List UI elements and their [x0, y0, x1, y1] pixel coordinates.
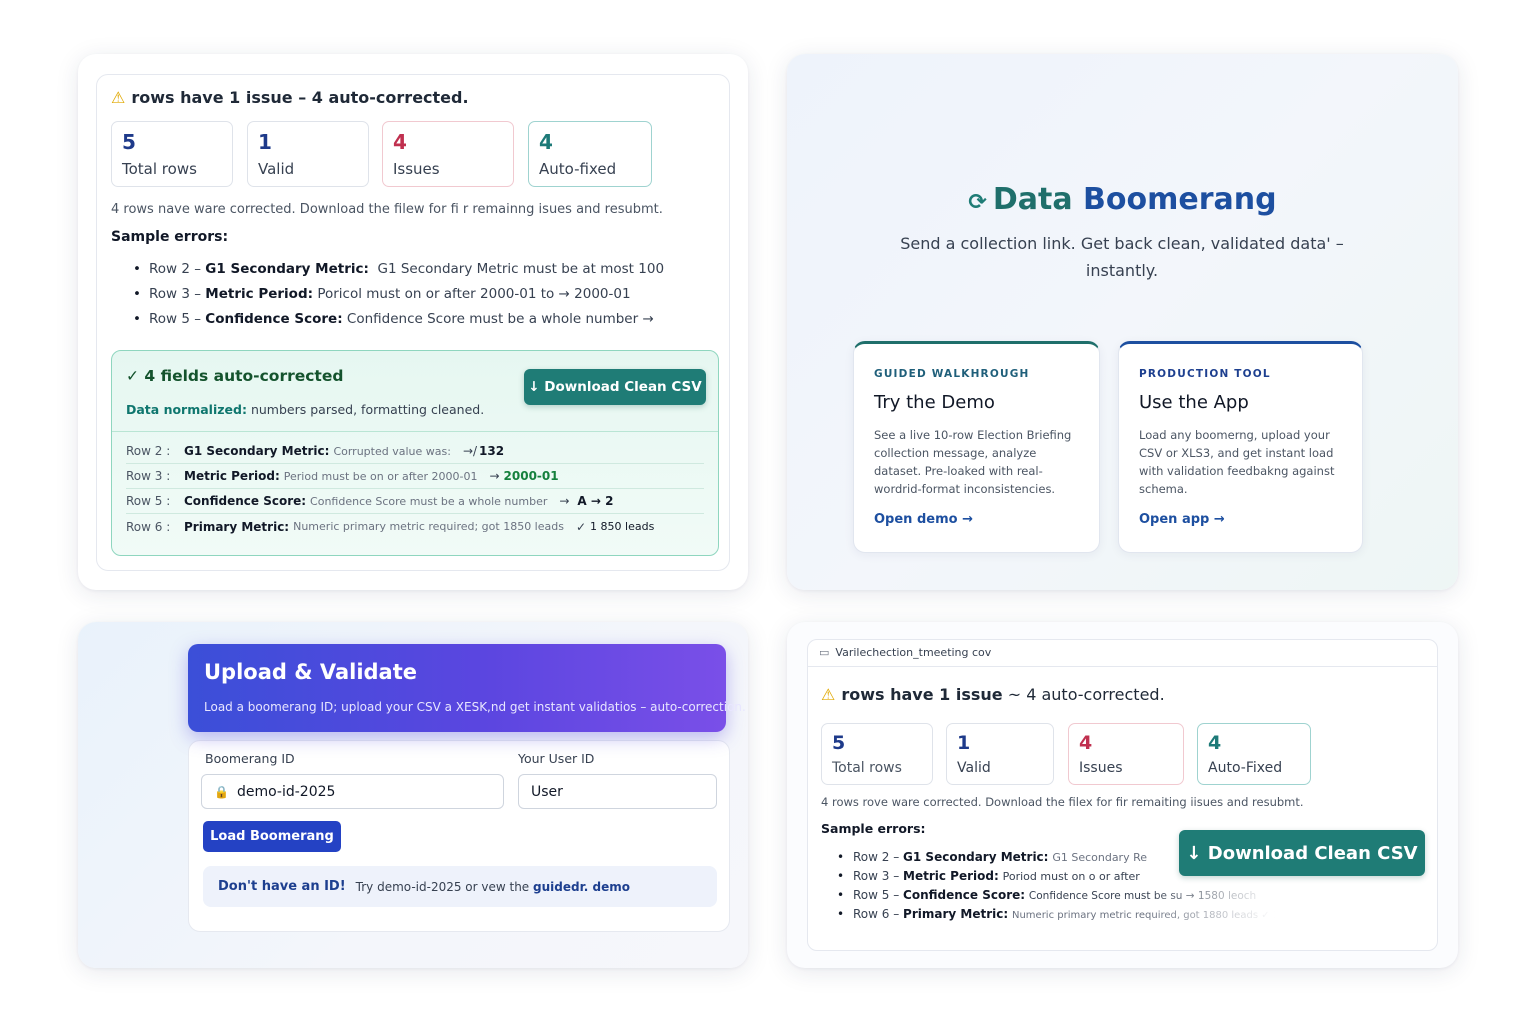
upload-form: Boomerang ID 🔒 Your User ID Load Boomera… [188, 740, 730, 932]
demo-hint: Don't have an ID! Try demo-id-2025 or ve… [203, 866, 717, 907]
sample-errors-label: Sample errors: [111, 229, 229, 245]
upload-title: Upload & Validate [204, 660, 418, 684]
boomerang-id-input[interactable] [236, 783, 503, 800]
try-demo-card[interactable]: GUIDED WALKHROUGH Try the Demo See a liv… [853, 341, 1100, 553]
autocorrect-subtitle: Data normalized: numbers parsed, formatt… [126, 402, 485, 417]
file-bar: ▭ Varilechection_tmeeting cov [807, 639, 1438, 667]
landing-panel: ⟳ Data Boomerang Send a collection link. … [787, 54, 1458, 590]
use-app-card[interactable]: PRODUCTION TOOL Use the App Load any boo… [1118, 341, 1363, 553]
warning-icon: ⚠ [821, 685, 836, 704]
open-app-link[interactable]: Open app → [1139, 512, 1225, 527]
tagline: Send a collection link. Get back clean, … [900, 234, 1344, 280]
file-name: Varilechection_tmeeting cov [835, 646, 992, 659]
user-id-field[interactable] [518, 774, 717, 809]
card-title: Use the App [1139, 392, 1249, 413]
stat-valid: 1 Valid [946, 723, 1054, 785]
boomerang-id-field[interactable]: 🔒 [201, 774, 504, 809]
sample-error-item: Row 2 – G1 Secondary Metric: G1 Secondar… [133, 261, 664, 277]
boomerang-id-label: Boomerang ID [205, 751, 295, 766]
open-demo-link[interactable]: Open demo → [874, 512, 973, 527]
table-row: Row 3 : Metric Period: Period must be on… [126, 464, 704, 489]
upload-header: Upload & Validate Load a boomerang ID; u… [188, 644, 746, 732]
summary-title: ⚠ rows have 1 issue – 4 auto-corrected. [111, 88, 469, 107]
load-boomerang-button[interactable]: Load Boomerang [203, 821, 341, 852]
card-description: Load any boomerng, upload your CSV or XL… [1139, 428, 1335, 496]
autocorrect-box: ✓ 4 fields auto-corrected ↓ Download Cle… [111, 350, 719, 556]
stat-total-rows: 5 Total rows [821, 723, 933, 785]
results-title: ⚠ rows have 1 issue ~ 4 auto-corrected. [821, 685, 1165, 704]
table-row: Row 6 : Primary Metric: Numeric primary … [126, 519, 655, 534]
card-title: Try the Demo [874, 392, 995, 413]
stat-valid: 1 Valid [247, 121, 369, 187]
file-icon: ▭ [819, 646, 830, 659]
upload-panel: Boomerang ID 🔒 Your User ID Load Boomera… [78, 622, 748, 968]
sample-error-item: Row 5 – Confidence Score: Confidence Sco… [837, 888, 1289, 902]
summary-note: 4 rows nave ware corrected. Download the… [111, 202, 663, 217]
lock-icon: 🔒 [214, 784, 229, 799]
divider [112, 431, 718, 432]
sample-error-item: Row 6 – Primary Metric: Numeric primary … [837, 907, 1289, 921]
results-panel: ▭ Varilechection_tmeeting cov ⚠ rows have… [787, 622, 1458, 968]
stat-issues: 4 Issues [1068, 723, 1184, 785]
guided-demo-link[interactable]: guidedr. demo [533, 880, 630, 894]
sample-error-item: Row 5 – Confidence Score: Confidence Sco… [133, 311, 664, 327]
user-id-label: Your User ID [518, 751, 595, 766]
stat-issues: 4 Issues [382, 121, 514, 187]
download-clean-csv-button[interactable]: ↓ Download Clean CSV [524, 369, 706, 405]
user-id-input[interactable] [531, 783, 716, 800]
summary-card: ⚠ rows have 1 issue – 4 auto-corrected. 5… [96, 74, 730, 571]
table-row: Row 2 : G1 Secondary Metric: Corrupted v… [126, 439, 704, 464]
table-row: Row 5 : Confidence Score: Confidence Sco… [126, 489, 704, 514]
check-icon: ✓ [126, 367, 139, 385]
upload-subtitle: Load a boomerang ID; upload your CSV a X… [204, 700, 746, 714]
stat-auto-fixed: 4 Auto-Fixed [1197, 723, 1311, 785]
brand-title: ⟳ Data Boomerang [968, 182, 1277, 217]
boomerang-icon: ⟳ [968, 190, 987, 215]
sample-error-item: Row 3 – Metric Period: Poricol must on o… [133, 286, 664, 302]
autocorrect-title: ✓ 4 fields auto-corrected [126, 367, 344, 385]
download-clean-csv-button[interactable]: ↓ Download Clean CSV [1179, 830, 1425, 876]
validation-summary-panel: ⚠ rows have 1 issue – 4 auto-corrected. 5… [78, 54, 748, 590]
stat-auto-fixed: 4 Auto-fixed [528, 121, 652, 187]
autocorrect-rows: Row 2 : G1 Secondary Metric: Corrupted v… [126, 439, 704, 539]
card-description: See a live 10-row Election Briefing coll… [874, 428, 1072, 496]
results-note: 4 rows rove ware corrected. Download the… [821, 795, 1304, 809]
sample-errors-label: Sample errors: [821, 821, 926, 836]
stat-total-rows: 5 Total rows [111, 121, 233, 187]
sample-errors-list: Row 2 – G1 Secondary Metric: G1 Secondar… [133, 261, 664, 327]
warning-icon: ⚠ [111, 88, 126, 107]
